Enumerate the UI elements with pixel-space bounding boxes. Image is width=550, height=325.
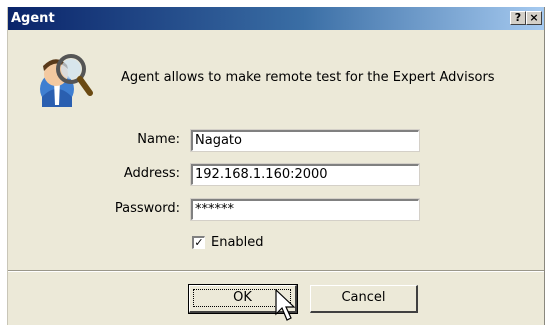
password-field[interactable]: ****** [190, 198, 420, 221]
help-button[interactable]: ? [510, 11, 526, 25]
agent-magnifier-icon [40, 54, 93, 107]
enabled-checkbox[interactable]: ✓ [192, 236, 205, 249]
password-label: Password: [114, 201, 180, 216]
description-text: Agent allows to make remote test for the… [121, 70, 495, 85]
title-bar[interactable]: Agent ? × [8, 7, 544, 30]
agent-dialog: Agent ? × Agent allows to make remote te… [7, 7, 545, 325]
close-button[interactable]: × [526, 11, 542, 25]
name-field[interactable]: Nagato [190, 129, 420, 152]
cancel-button[interactable]: Cancel [310, 285, 418, 313]
address-field[interactable]: 192.168.1.160:2000 [190, 163, 420, 186]
window-title: Agent [11, 11, 55, 26]
mouse-pointer-icon [275, 289, 296, 321]
address-label: Address: [123, 166, 180, 181]
enabled-label[interactable]: Enabled [211, 235, 264, 250]
name-label: Name: [137, 132, 180, 147]
